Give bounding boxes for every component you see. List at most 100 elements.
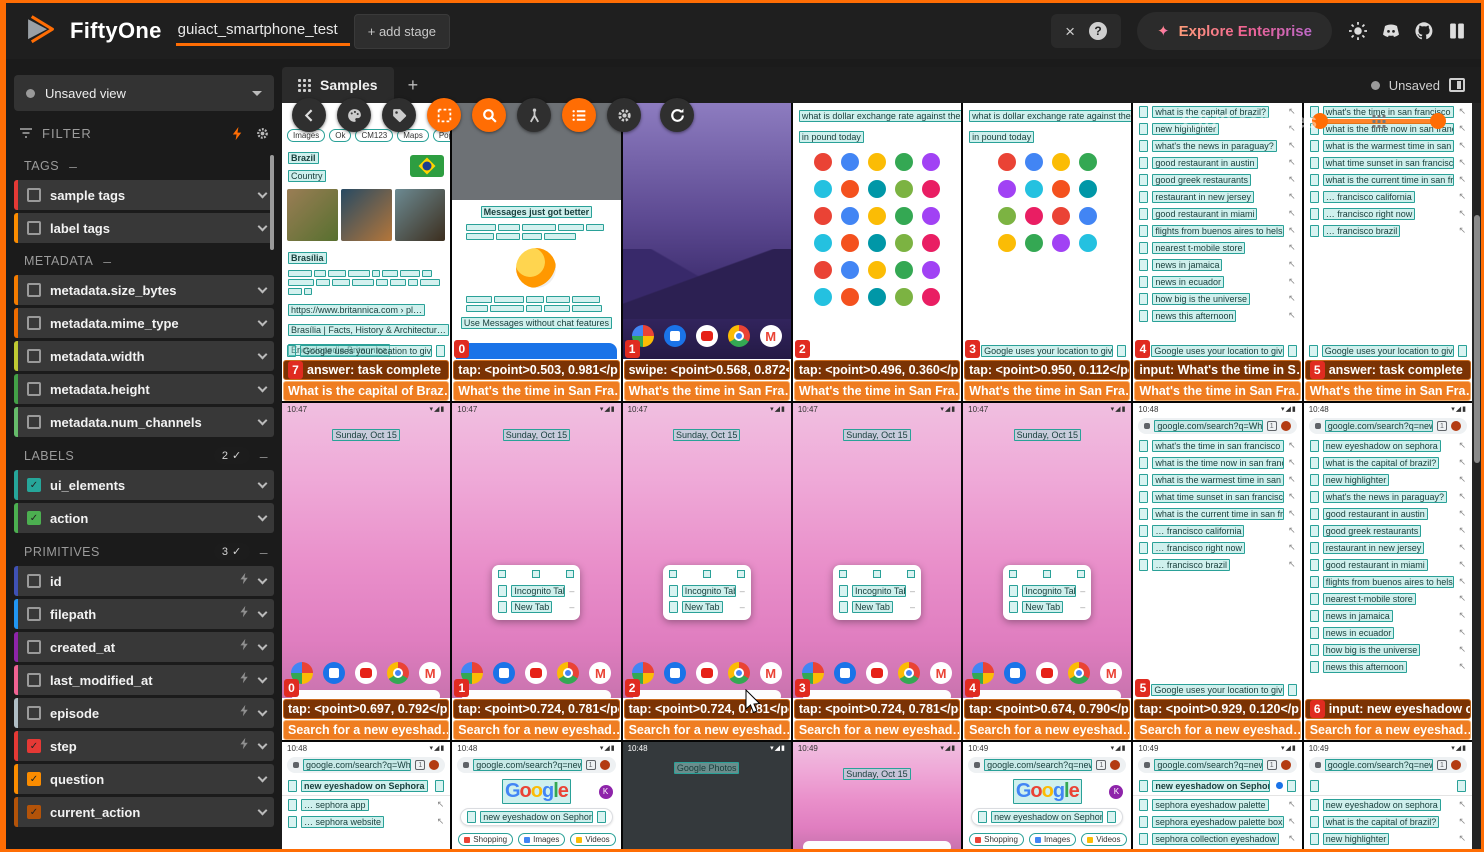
grid-scrollbar-thumb[interactable]: [1474, 215, 1480, 463]
close-icon[interactable]: ×: [1065, 23, 1075, 40]
sidebar-field-last-modified-at[interactable]: last_modified_at: [14, 665, 274, 695]
chevron-down-icon[interactable]: [258, 773, 268, 783]
sidebar-field-episode[interactable]: episode: [14, 698, 274, 728]
sample-cell[interactable]: 10:49▾◢▮google.com/search?q=new+…1Google…: [963, 742, 1131, 849]
field-checkbox[interactable]: ✓: [27, 511, 41, 525]
sidebar-field-sample-tags[interactable]: sample tags: [14, 180, 274, 210]
discord-icon[interactable]: [1381, 21, 1401, 41]
field-checkbox[interactable]: [27, 283, 41, 297]
sample-cell[interactable]: 10:49▾◢▮Sunday, Oct 15: [793, 742, 961, 849]
sidebar-field-step[interactable]: ✓step: [14, 731, 274, 761]
collapse-section-icon[interactable]: –: [103, 253, 111, 269]
back-button[interactable]: [292, 98, 326, 132]
add-space-button[interactable]: +: [394, 75, 433, 96]
sidebar-field-question[interactable]: ✓question: [14, 764, 274, 794]
gear-icon[interactable]: [255, 126, 270, 141]
sample-cell[interactable]: ImagesOkCM123MapsPopu…BrazilCountryBrasí…: [282, 103, 450, 401]
sample-cell[interactable]: 10:47▾◢▮Sunday, Oct 15Incognito Tab–New …: [793, 403, 961, 740]
collapse-section-icon[interactable]: –: [260, 448, 268, 464]
chevron-down-icon[interactable]: [258, 806, 268, 816]
chevron-down-icon[interactable]: [258, 512, 268, 522]
add-stage-button[interactable]: + add stage: [354, 14, 450, 49]
tag-samples-button[interactable]: [382, 98, 416, 132]
dataset-name[interactable]: guiact_smartphone_test: [176, 15, 340, 48]
field-checkbox[interactable]: ✓: [27, 478, 41, 492]
sample-cell[interactable]: what is dollar exchange rate against the…: [793, 103, 961, 401]
collapse-section-icon[interactable]: –: [69, 158, 77, 174]
chevron-down-icon[interactable]: [258, 317, 268, 327]
sample-cell[interactable]: 10:47▾◢▮Sunday, Oct 15Incognito Tab–New …: [452, 403, 620, 740]
field-checkbox[interactable]: [27, 316, 41, 330]
sample-cell[interactable]: 10:48▾◢▮google.com/search?q=What…1what's…: [1133, 403, 1301, 740]
chevron-down-icon[interactable]: [258, 189, 268, 199]
chevron-down-icon[interactable]: [258, 284, 268, 294]
grid-scrollbar-track[interactable]: [1472, 103, 1481, 849]
github-icon[interactable]: [1414, 21, 1434, 41]
collapse-section-icon[interactable]: –: [260, 544, 268, 560]
chevron-down-icon[interactable]: [258, 416, 268, 426]
sidebar-field-id[interactable]: id: [14, 566, 274, 596]
field-checkbox[interactable]: [27, 574, 41, 588]
sample-cell[interactable]: 10:49▾◢▮google.com/search?q=new+…1new ey…: [1304, 742, 1472, 849]
docs-icon[interactable]: [1447, 21, 1467, 41]
sample-cell[interactable]: what is dollar exchange rate against the…: [963, 103, 1131, 401]
sidebar-field-filepath[interactable]: filepath: [14, 599, 274, 629]
saved-views-dropdown[interactable]: Unsaved view: [14, 75, 274, 111]
chevron-down-icon[interactable]: [258, 383, 268, 393]
sidebar-scrollbar[interactable]: [270, 155, 274, 250]
field-checkbox[interactable]: [27, 349, 41, 363]
sample-cell[interactable]: what's the time in san francisco now↖wha…: [1304, 103, 1472, 401]
chevron-down-icon[interactable]: [258, 479, 268, 489]
sidebar-field-metadata-mime-type[interactable]: metadata.mime_type: [14, 308, 274, 338]
field-checkbox[interactable]: [27, 221, 41, 235]
sidebar-field-metadata-height[interactable]: metadata.height: [14, 374, 274, 404]
field-checkbox[interactable]: ✓: [27, 739, 41, 753]
sample-cell[interactable]: 10:48▾◢▮google.com/search?q=new+…1Google…: [452, 742, 620, 849]
patches-button[interactable]: [427, 98, 461, 132]
sample-cell[interactable]: 10:49▾◢▮google.com/search?q=new+…1new ey…: [1133, 742, 1301, 849]
refresh-button[interactable]: [660, 98, 694, 132]
sample-cell[interactable]: 10:48▾◢▮Google Photos: [623, 742, 791, 849]
chevron-down-icon[interactable]: [258, 641, 268, 651]
color-palette-button[interactable]: [337, 98, 371, 132]
sample-cell[interactable]: 10:48▾◢▮google.com/search?q=new+…1new ey…: [1304, 403, 1472, 740]
sample-cell[interactable]: 10:48▾◢▮google.com/search?q=What…1new ey…: [282, 742, 450, 849]
sidebar-field-current-action[interactable]: ✓current_action: [14, 797, 274, 827]
sidebar-field-label-tags[interactable]: label tags: [14, 213, 274, 243]
chevron-down-icon[interactable]: [258, 222, 268, 232]
sidebar-field-metadata-width[interactable]: metadata.width: [14, 341, 274, 371]
sample-cell[interactable]: Messages just got betterUse Messages wit…: [452, 103, 620, 401]
chevron-down-icon[interactable]: [258, 740, 268, 750]
settings-button[interactable]: [607, 98, 641, 132]
field-checkbox[interactable]: ✓: [27, 805, 41, 819]
sun-icon[interactable]: [1348, 21, 1368, 41]
field-checkbox[interactable]: ✓: [27, 772, 41, 786]
help-icon[interactable]: ?: [1089, 22, 1107, 40]
layout-toggle-icon[interactable]: [1449, 78, 1465, 92]
field-checkbox[interactable]: [27, 706, 41, 720]
field-checkbox[interactable]: [27, 382, 41, 396]
sidebar-field-ui-elements[interactable]: ✓ui_elements: [14, 470, 274, 500]
field-checkbox[interactable]: [27, 673, 41, 687]
split-view-button[interactable]: [517, 98, 551, 132]
field-checkbox[interactable]: [27, 607, 41, 621]
field-checkbox[interactable]: [27, 640, 41, 654]
sidebar-field-action[interactable]: ✓action: [14, 503, 274, 533]
sample-cell[interactable]: 10:47▾◢▮Sunday, Oct 15tap: <point>0.697,…: [282, 403, 450, 740]
chevron-down-icon[interactable]: [258, 674, 268, 684]
sidebar-field-metadata-size-bytes[interactable]: metadata.size_bytes: [14, 275, 274, 305]
chevron-down-icon[interactable]: [258, 575, 268, 585]
sample-cell[interactable]: 10:47▾◢▮Sunday, Oct 15Incognito Tab–New …: [623, 403, 791, 740]
sample-cell[interactable]: what is the capital of brazil?↖new highl…: [1133, 103, 1301, 401]
chevron-down-icon[interactable]: [258, 350, 268, 360]
sidebar-field-metadata-num-channels[interactable]: metadata.num_channels: [14, 407, 274, 437]
lightning-icon[interactable]: [230, 126, 245, 141]
field-checkbox[interactable]: [27, 188, 41, 202]
chevron-down-icon[interactable]: [258, 608, 268, 618]
search-button[interactable]: [472, 98, 506, 132]
chevron-down-icon[interactable]: [258, 707, 268, 717]
field-checkbox[interactable]: [27, 415, 41, 429]
sample-cell[interactable]: 10:47▾◢▮Sunday, Oct 15Incognito Tab–New …: [963, 403, 1131, 740]
sample-cell[interactable]: swipe: <point>0.568, 0.872<…What's the t…: [623, 103, 791, 401]
display-options-button[interactable]: [562, 98, 596, 132]
